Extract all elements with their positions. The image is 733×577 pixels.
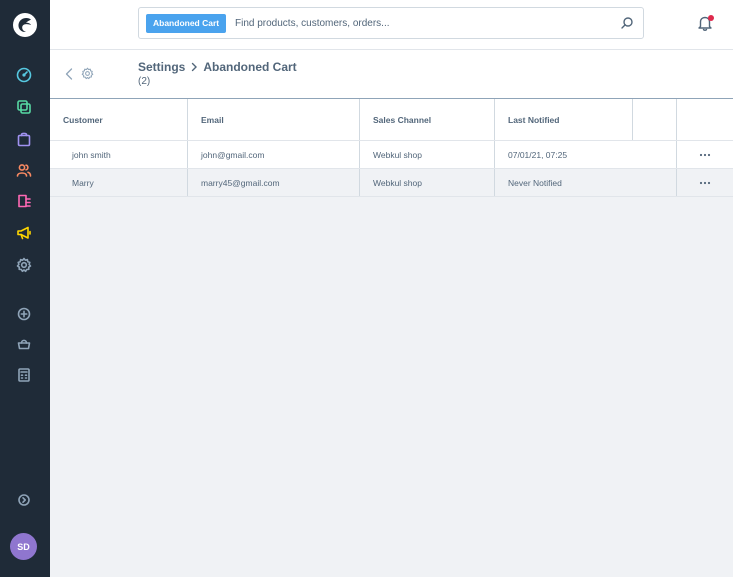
back-arrow-icon[interactable] — [64, 67, 74, 81]
breadcrumb-parent[interactable]: Settings — [138, 60, 185, 74]
avatar[interactable]: SD — [10, 533, 37, 560]
column-header-sales-channel[interactable]: Sales Channel — [360, 99, 495, 140]
cell-email: john@gmail.com — [188, 141, 360, 168]
basket-icon[interactable] — [15, 335, 33, 353]
cell-empty — [633, 169, 676, 196]
row-actions-cell — [676, 169, 733, 196]
settings-icon[interactable] — [15, 256, 33, 274]
search-type-tag[interactable]: Abandoned Cart — [146, 14, 227, 33]
cell-last-notified: Never Notified — [508, 177, 562, 188]
column-header-actions — [676, 99, 733, 140]
shopware-logo-icon[interactable] — [12, 12, 38, 38]
dashboard-icon[interactable] — [15, 66, 33, 84]
chevron-right-icon — [192, 62, 198, 72]
calculator-icon[interactable] — [15, 366, 33, 384]
page-title: Abandoned Cart — [203, 60, 297, 74]
catalogue-icon[interactable] — [15, 98, 33, 116]
customers-icon[interactable] — [15, 161, 33, 179]
search-input[interactable] — [235, 13, 605, 33]
table-row[interactable]: Marry marry45@gmail.com Webkul shop Neve… — [50, 169, 733, 197]
cell-customer: Marry — [50, 169, 188, 196]
orders-icon[interactable] — [15, 130, 33, 148]
more-actions-icon[interactable] — [699, 153, 711, 157]
content-icon[interactable] — [15, 192, 33, 210]
column-header-empty — [633, 99, 676, 140]
sidebar: SD — [0, 0, 50, 577]
item-count: (2) — [138, 76, 151, 87]
module-settings-icon[interactable] — [81, 67, 94, 80]
marketing-icon[interactable] — [15, 224, 33, 242]
cell-sales-channel: Webkul shop — [360, 169, 495, 196]
cell-email: marry45@gmail.com — [188, 169, 360, 196]
grid-header-row: Customer Email Sales Channel Last Notifi… — [50, 99, 733, 141]
breadcrumb: Settings Abandoned Cart — [138, 60, 297, 74]
top-bar: Abandoned Cart — [50, 0, 733, 50]
search-bar: Abandoned Cart — [138, 7, 644, 39]
column-header-customer[interactable]: Customer — [50, 99, 188, 140]
column-header-email[interactable]: Email — [188, 99, 360, 140]
cell-sales-channel: Webkul shop — [360, 141, 495, 168]
more-actions-icon[interactable] — [699, 181, 711, 185]
search-icon[interactable] — [620, 16, 634, 30]
cell-customer: john smith — [50, 141, 188, 168]
cell-last-notified: 07/01/21, 07:25 — [508, 149, 568, 160]
row-actions-cell — [676, 141, 733, 168]
smart-bar: Settings Abandoned Cart (2) — [50, 50, 733, 99]
add-circle-icon[interactable] — [15, 305, 33, 323]
cell-empty — [633, 141, 676, 168]
column-header-last-notified[interactable]: Last Notified — [495, 99, 633, 140]
notification-badge — [708, 15, 714, 21]
collapse-sidebar-icon[interactable] — [15, 491, 33, 509]
abandoned-cart-grid: Customer Email Sales Channel Last Notifi… — [50, 99, 733, 197]
table-row[interactable]: john smith john@gmail.com Webkul shop 07… — [50, 141, 733, 169]
